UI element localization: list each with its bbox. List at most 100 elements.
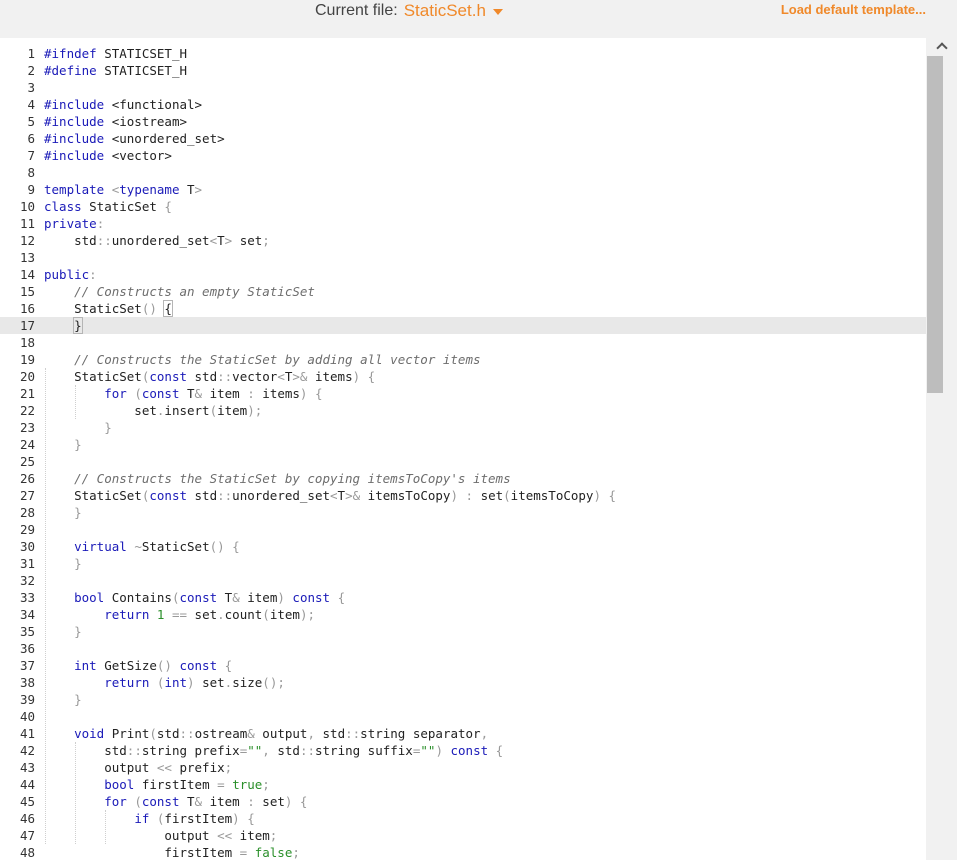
code-line[interactable]: 1 #ifndef STATICSET_H: [0, 45, 926, 62]
code-line[interactable]: 45 for (const T& item : set) {: [0, 793, 926, 810]
current-file-name[interactable]: StaticSet.h: [404, 1, 486, 21]
code-line[interactable]: 29: [0, 521, 926, 538]
code-area[interactable]: 1 #ifndef STATICSET_H 2 #define STATICSET_H…: [0, 38, 926, 860]
scrollbar-thumb[interactable]: [927, 56, 943, 393]
code-line[interactable]: 32: [0, 572, 926, 589]
code-text[interactable]: firstItem = false;: [44, 844, 300, 860]
code-line[interactable]: 18: [0, 334, 926, 351]
file-selector-dropdown[interactable]: Current file: StaticSet.h: [315, 0, 503, 22]
code-line[interactable]: 9 template <typename T>: [0, 181, 926, 198]
code-text[interactable]: StaticSet() {: [44, 300, 173, 317]
code-line[interactable]: 36: [0, 640, 926, 657]
code-line[interactable]: 19 // Constructs the StaticSet by adding…: [0, 351, 926, 368]
code-line[interactable]: 11 private:: [0, 215, 926, 232]
code-token: set: [232, 233, 263, 248]
code-text[interactable]: #include <unordered_set>: [44, 130, 225, 147]
vertical-scrollbar[interactable]: [926, 38, 957, 860]
code-line[interactable]: 21 for (const T& item : items) {: [0, 385, 926, 402]
code-line[interactable]: 7 #include <vector>: [0, 147, 926, 164]
code-text[interactable]: }: [44, 555, 82, 572]
code-line[interactable]: 40: [0, 708, 926, 725]
code-line[interactable]: 43 output << prefix;: [0, 759, 926, 776]
scroll-up-button[interactable]: [926, 38, 957, 54]
code-text[interactable]: output << prefix;: [44, 759, 232, 776]
code-token: ): [187, 675, 203, 690]
code-text[interactable]: StaticSet (const std::unordered_set<T>& i…: [44, 487, 616, 504]
code-text[interactable]: std::unordered_set<T> set;: [44, 232, 270, 249]
code-line[interactable]: 28 }: [0, 504, 926, 521]
code-line[interactable]: 8: [0, 164, 926, 181]
code-line[interactable]: 17 }: [0, 317, 926, 334]
code-text[interactable]: // Constructs the StaticSet by adding al…: [44, 351, 480, 368]
code-text[interactable]: }: [44, 419, 112, 436]
code-line[interactable]: 23 }: [0, 419, 926, 436]
code-text[interactable]: void Print(std::ostream& output, std::st…: [44, 725, 488, 742]
code-line[interactable]: 27 StaticSet (const std::unordered_set<T>…: [0, 487, 926, 504]
line-number: 29: [19, 522, 35, 537]
code-text[interactable]: }: [44, 317, 83, 334]
code-text[interactable]: #ifndef STATICSET_H: [44, 45, 187, 62]
code-line[interactable]: 12 std::unordered_set<T> set;: [0, 232, 926, 249]
code-line[interactable]: 15 // Constructs an empty StaticSet: [0, 283, 926, 300]
code-line[interactable]: 42 std::string prefix="", std::string su…: [0, 742, 926, 759]
code-text[interactable]: set.insert(item);: [44, 402, 262, 419]
code-token: ,: [262, 743, 278, 758]
code-text[interactable]: std::string prefix="", std::string suffi…: [44, 742, 503, 759]
code-text[interactable]: #include <iostream>: [44, 113, 187, 130]
code-line[interactable]: 31 }: [0, 555, 926, 572]
code-line[interactable]: 10 class StaticSet {: [0, 198, 926, 215]
code-line[interactable]: 2 #define STATICSET_H: [0, 62, 926, 79]
code-line[interactable]: 35 }: [0, 623, 926, 640]
code-text[interactable]: private:: [44, 215, 104, 232]
code-line[interactable]: 5 #include <iostream>: [0, 113, 926, 130]
code-line[interactable]: 38 return (int) set.size();: [0, 674, 926, 691]
code-line[interactable]: 37 int GetSize() const {: [0, 657, 926, 674]
code-editor[interactable]: 1 #ifndef STATICSET_H 2 #define STATICSET_H…: [0, 38, 957, 860]
code-text[interactable]: }: [44, 623, 82, 640]
code-text[interactable]: #include <vector>: [44, 147, 172, 164]
code-text[interactable]: return 1 == set.count(item);: [44, 606, 315, 623]
code-text[interactable]: virtual ~StaticSet() {: [44, 538, 240, 555]
code-line[interactable]: 33 bool Contains(const T& item) const {: [0, 589, 926, 606]
code-line[interactable]: 26 // Constructs the StaticSet by copyin…: [0, 470, 926, 487]
code-line[interactable]: 3: [0, 79, 926, 96]
code-text[interactable]: output << item;: [44, 827, 277, 844]
code-text[interactable]: bool Contains(const T& item) const {: [44, 589, 345, 606]
code-line[interactable]: 39 }: [0, 691, 926, 708]
caret-down-icon[interactable]: [492, 9, 503, 15]
code-text[interactable]: }: [44, 436, 82, 453]
load-default-template-link[interactable]: Load default template...: [781, 2, 926, 17]
code-line[interactable]: 30 virtual ~StaticSet() {: [0, 538, 926, 555]
code-line[interactable]: 22 set.insert(item);: [0, 402, 926, 419]
code-text[interactable]: // Constructs an empty StaticSet: [44, 283, 315, 300]
code-line[interactable]: 24 }: [0, 436, 926, 453]
code-text[interactable]: StaticSet(const std::vector<T>& items) {: [44, 368, 375, 385]
code-line[interactable]: 25: [0, 453, 926, 470]
code-line[interactable]: 4 #include <functional>: [0, 96, 926, 113]
code-line[interactable]: 41 void Print(std::ostream& output, std:…: [0, 725, 926, 742]
code-text[interactable]: for (const T& item : set) {: [44, 793, 307, 810]
code-text[interactable]: public:: [44, 266, 97, 283]
code-text[interactable]: // Constructs the StaticSet by copying i…: [44, 470, 511, 487]
code-line[interactable]: 20 StaticSet(const std::vector<T>& items…: [0, 368, 926, 385]
code-line[interactable]: 34 return 1 == set.count(item);: [0, 606, 926, 623]
code-line[interactable]: 48 firstItem = false;: [0, 844, 926, 860]
code-line[interactable]: 16 StaticSet() {: [0, 300, 926, 317]
code-text[interactable]: int GetSize() const {: [44, 657, 232, 674]
code-text[interactable]: }: [44, 691, 82, 708]
code-text[interactable]: #include <functional>: [44, 96, 202, 113]
code-text[interactable]: bool firstItem = true;: [44, 776, 270, 793]
code-text[interactable]: class StaticSet {: [44, 198, 172, 215]
code-text[interactable]: template <typename T>: [44, 181, 202, 198]
code-line[interactable]: 46 if (firstItem) {: [0, 810, 926, 827]
code-token: item: [217, 403, 248, 418]
code-text[interactable]: #define STATICSET_H: [44, 62, 187, 79]
code-line[interactable]: 14 public:: [0, 266, 926, 283]
code-line[interactable]: 47 output << item;: [0, 827, 926, 844]
code-text[interactable]: }: [44, 504, 82, 521]
code-line[interactable]: 44 bool firstItem = true;: [0, 776, 926, 793]
code-text[interactable]: return (int) set.size();: [44, 674, 285, 691]
code-line[interactable]: 13: [0, 249, 926, 266]
code-text[interactable]: for (const T& item : items) {: [44, 385, 322, 402]
code-line[interactable]: 6 #include <unordered_set>: [0, 130, 926, 147]
